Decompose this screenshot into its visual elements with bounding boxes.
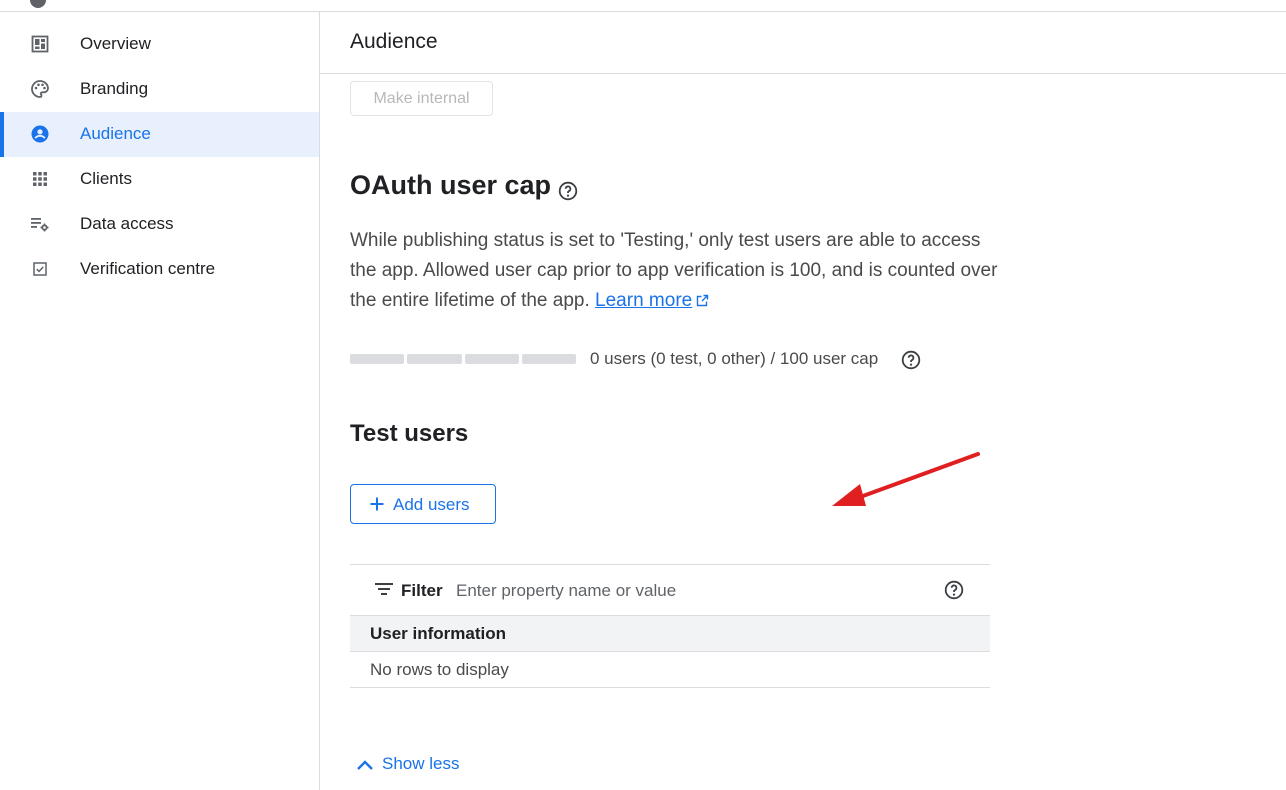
plus-icon xyxy=(369,496,385,517)
sidebar: Overview Branding Audience Clients Data … xyxy=(0,12,320,790)
main-content: Audience Make internal OAuth user cap Wh… xyxy=(320,12,1286,790)
table-header-row: User information xyxy=(350,616,990,652)
account-circle-icon xyxy=(30,124,50,144)
project-icon xyxy=(30,0,46,8)
annotation-arrow xyxy=(830,452,980,521)
empty-state-text: No rows to display xyxy=(370,660,509,679)
sidebar-item-label: Data access xyxy=(80,214,174,233)
page-header: Audience xyxy=(320,12,1286,74)
chevron-up-icon xyxy=(356,757,374,777)
filter-icon xyxy=(375,581,393,602)
help-icon[interactable] xyxy=(944,580,964,605)
learn-more-label: Learn more xyxy=(595,290,693,311)
learn-more-link[interactable]: Learn more xyxy=(595,290,692,311)
filter-label: Filter xyxy=(401,581,443,600)
filter-bar: Filter xyxy=(350,564,990,616)
checkbox-icon xyxy=(30,259,50,279)
add-users-button[interactable]: Add users xyxy=(350,484,496,524)
progress-segment xyxy=(350,354,405,364)
data-settings-icon xyxy=(30,214,50,234)
column-header-user-information[interactable]: User information xyxy=(370,624,506,644)
sidebar-item-clients[interactable]: Clients xyxy=(0,157,319,202)
filter-input[interactable] xyxy=(456,576,926,606)
show-less-label: Show less xyxy=(382,754,460,773)
sidebar-item-branding[interactable]: Branding xyxy=(0,67,319,112)
progress-segment xyxy=(464,354,519,364)
add-users-label: Add users xyxy=(393,495,470,514)
progress-segment xyxy=(407,354,462,364)
sidebar-item-overview[interactable]: Overview xyxy=(0,22,319,67)
external-link-icon xyxy=(696,287,709,317)
top-bar xyxy=(0,0,1286,12)
test-users-heading: Test users xyxy=(350,420,469,447)
sidebar-item-label: Branding xyxy=(80,79,149,98)
help-icon[interactable] xyxy=(558,181,578,201)
table-empty-row: No rows to display xyxy=(350,652,990,688)
sidebar-item-label: Audience xyxy=(80,124,151,143)
user-cap-progress-bar xyxy=(350,354,576,364)
grid-icon xyxy=(30,169,50,189)
progress-segment xyxy=(521,354,576,364)
dashboard-icon xyxy=(30,34,50,54)
oauth-description: While publishing status is set to 'Testi… xyxy=(350,226,1000,317)
user-cap-text: 0 users (0 test, 0 other) / 100 user cap xyxy=(590,349,879,368)
oauth-user-cap-heading: OAuth user cap xyxy=(350,170,552,200)
sidebar-item-label: Clients xyxy=(80,169,132,188)
help-icon[interactable] xyxy=(901,350,921,370)
sidebar-item-label: Verification centre xyxy=(80,259,216,278)
palette-icon xyxy=(30,79,50,99)
sidebar-item-verification-centre[interactable]: Verification centre xyxy=(0,247,319,292)
page-title: Audience xyxy=(350,30,438,53)
sidebar-item-data-access[interactable]: Data access xyxy=(0,202,319,247)
sidebar-item-label: Overview xyxy=(80,34,151,53)
make-internal-button: Make internal xyxy=(350,81,493,116)
sidebar-item-audience[interactable]: Audience xyxy=(0,112,319,157)
